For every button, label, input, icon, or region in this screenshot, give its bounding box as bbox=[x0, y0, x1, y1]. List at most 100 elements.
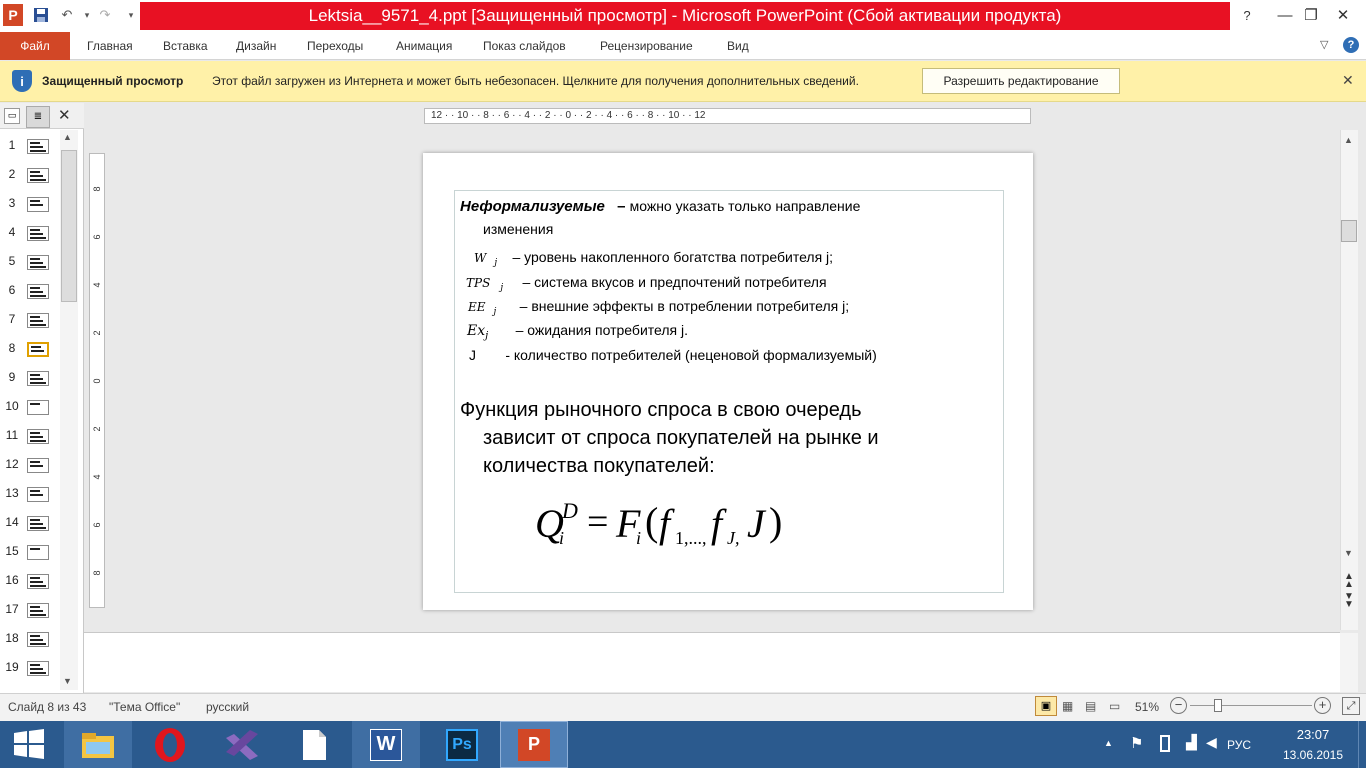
opera-icon[interactable] bbox=[136, 721, 204, 768]
slide-thumbnail-number[interactable]: 6 bbox=[0, 283, 24, 297]
scroll-up-icon[interactable]: ▲ bbox=[63, 132, 72, 142]
tab-view[interactable]: Вид bbox=[727, 32, 749, 60]
clock-time[interactable]: 23:07 bbox=[1290, 727, 1336, 742]
network-icon[interactable]: ▟ bbox=[1186, 734, 1197, 751]
enable-editing-button[interactable]: Разрешить редактирование bbox=[922, 68, 1120, 94]
slide-thumbnail-number[interactable]: 12 bbox=[0, 457, 24, 471]
slide-sorter-icon[interactable]: ▦ bbox=[1062, 699, 1073, 713]
slide-thumbnail-number[interactable]: 7 bbox=[0, 312, 24, 326]
visual-studio-icon[interactable] bbox=[208, 721, 276, 768]
tray-expand-icon[interactable]: ▲ bbox=[1104, 738, 1113, 748]
help-circle-icon[interactable]: ? bbox=[1343, 37, 1359, 53]
scroll-down-icon[interactable]: ▼ bbox=[63, 676, 72, 686]
file-explorer-icon[interactable] bbox=[64, 721, 132, 768]
slide-thumbnail[interactable] bbox=[27, 487, 49, 502]
zoom-slider-thumb[interactable] bbox=[1213, 699, 1222, 712]
redo-icon[interactable]: ↷ bbox=[94, 4, 116, 26]
save-icon[interactable] bbox=[30, 4, 52, 26]
scroll-down-icon[interactable]: ▼ bbox=[1344, 548, 1353, 558]
customize-qat-icon[interactable]: ▾ bbox=[120, 4, 142, 26]
tab-insert[interactable]: Вставка bbox=[163, 32, 208, 60]
zoom-in-icon[interactable]: + bbox=[1314, 697, 1331, 714]
zoom-out-icon[interactable]: − bbox=[1170, 697, 1187, 714]
slide-thumbnail-number[interactable]: 11 bbox=[0, 428, 24, 442]
battery-icon[interactable] bbox=[1160, 735, 1170, 752]
slide-thumbnail-number[interactable]: 17 bbox=[0, 602, 24, 616]
zoom-slider[interactable] bbox=[1190, 705, 1312, 706]
slide-thumbnail-number[interactable]: 10 bbox=[0, 399, 24, 413]
slide-thumbnail[interactable] bbox=[27, 632, 49, 647]
tab-animation[interactable]: Анимация bbox=[396, 32, 452, 60]
slide-thumbnail[interactable] bbox=[27, 255, 49, 270]
tab-review[interactable]: Рецензирование bbox=[600, 32, 693, 60]
volume-icon[interactable]: ◀ bbox=[1206, 734, 1217, 751]
slide-thumbnail-number[interactable]: 18 bbox=[0, 631, 24, 645]
slide-thumbnail[interactable] bbox=[27, 574, 49, 589]
slide-thumbnail[interactable] bbox=[27, 603, 49, 618]
outline-tab-icon[interactable]: ≣ bbox=[26, 106, 50, 128]
close-window-icon[interactable]: ✕ bbox=[1320, 0, 1366, 30]
action-center-flag-icon[interactable]: ⚑ bbox=[1130, 734, 1143, 752]
slide-thumbnail[interactable] bbox=[27, 342, 49, 357]
photoshop-icon[interactable]: Ps bbox=[428, 721, 496, 768]
slide-thumbnail-number[interactable]: 1 bbox=[0, 138, 24, 152]
slide-thumbnail-number[interactable]: 15 bbox=[0, 544, 24, 558]
slide-thumbnail-number[interactable]: 3 bbox=[0, 196, 24, 210]
tab-design[interactable]: Дизайн bbox=[236, 32, 276, 60]
tab-file[interactable]: Файл bbox=[0, 32, 70, 60]
scroll-thumb[interactable] bbox=[1341, 220, 1357, 242]
slide-thumbnail-number[interactable]: 4 bbox=[0, 225, 24, 239]
tab-transitions[interactable]: Переходы bbox=[307, 32, 363, 60]
slide-thumbnail-number[interactable]: 19 bbox=[0, 660, 24, 674]
slide-thumbnail[interactable] bbox=[27, 168, 49, 183]
slide-thumbnail[interactable] bbox=[27, 458, 49, 473]
start-icon[interactable] bbox=[12, 728, 46, 760]
slide-thumbnail[interactable] bbox=[27, 371, 49, 386]
undo-icon[interactable]: ↶ bbox=[56, 4, 78, 26]
slide-thumbnail-number[interactable]: 5 bbox=[0, 254, 24, 268]
slide-thumbnail[interactable] bbox=[27, 139, 49, 154]
slide-thumbnail-number[interactable]: 16 bbox=[0, 573, 24, 587]
slide-thumbnail[interactable] bbox=[27, 284, 49, 299]
help-icon[interactable]: ? bbox=[1230, 0, 1264, 30]
protected-view-message[interactable]: Этот файл загружен из Интернета и может … bbox=[212, 74, 859, 88]
notes-scrollbar[interactable] bbox=[1340, 633, 1358, 692]
slide-thumbnail[interactable] bbox=[27, 545, 49, 560]
notes-pane[interactable] bbox=[84, 632, 1340, 692]
slide-thumbnail[interactable] bbox=[27, 661, 49, 676]
close-bar-icon[interactable]: ✕ bbox=[1342, 72, 1354, 89]
zoom-level[interactable]: 51% bbox=[1135, 700, 1159, 714]
show-desktop-button[interactable] bbox=[1358, 721, 1366, 768]
slide-thumbnail-number[interactable]: 8 bbox=[0, 341, 24, 355]
slide-thumbnail-number[interactable]: 13 bbox=[0, 486, 24, 500]
expand-ribbon-icon[interactable]: ▽ bbox=[1320, 38, 1328, 51]
word-icon[interactable]: W bbox=[352, 721, 420, 768]
document-icon[interactable] bbox=[280, 721, 348, 768]
fit-slide-icon[interactable]: ⤢ bbox=[1342, 697, 1360, 715]
slide-thumbnail[interactable] bbox=[27, 400, 49, 415]
next-slide-icon[interactable]: ▼ ▼ bbox=[1344, 592, 1354, 610]
reading-view-icon[interactable]: ▤ bbox=[1085, 699, 1096, 713]
slide-thumbnail[interactable] bbox=[27, 226, 49, 241]
previous-slide-icon[interactable]: ▲ ▲ bbox=[1344, 572, 1354, 590]
tab-slideshow[interactable]: Показ слайдов bbox=[483, 32, 566, 60]
slides-tab-icon[interactable]: ▭ bbox=[4, 108, 20, 124]
powerpoint-icon[interactable]: P bbox=[500, 721, 568, 768]
slide-thumbnail[interactable] bbox=[27, 429, 49, 444]
close-pane-icon[interactable]: ✕ bbox=[58, 106, 71, 124]
language-status[interactable]: русский bbox=[206, 700, 249, 714]
slideshow-icon[interactable]: ▭ bbox=[1109, 699, 1120, 713]
slide-thumbnail-number[interactable]: 9 bbox=[0, 370, 24, 384]
slide-thumbnail[interactable] bbox=[27, 313, 49, 328]
slide-counter[interactable]: Слайд 8 из 43 bbox=[8, 700, 86, 714]
slide-thumbnail[interactable] bbox=[27, 516, 49, 531]
slide-thumbnail-number[interactable]: 2 bbox=[0, 167, 24, 181]
tab-home[interactable]: Главная bbox=[87, 32, 133, 60]
scroll-up-icon[interactable]: ▲ bbox=[1344, 135, 1353, 145]
clock-date[interactable]: 13.06.2015 bbox=[1276, 748, 1350, 762]
slide-thumbnail[interactable] bbox=[27, 197, 49, 212]
scroll-thumb[interactable] bbox=[61, 150, 77, 302]
theme-name[interactable]: "Тема Office" bbox=[109, 700, 180, 714]
normal-view-icon[interactable]: ▣ bbox=[1035, 696, 1057, 716]
slide-thumbnail-number[interactable]: 14 bbox=[0, 515, 24, 529]
